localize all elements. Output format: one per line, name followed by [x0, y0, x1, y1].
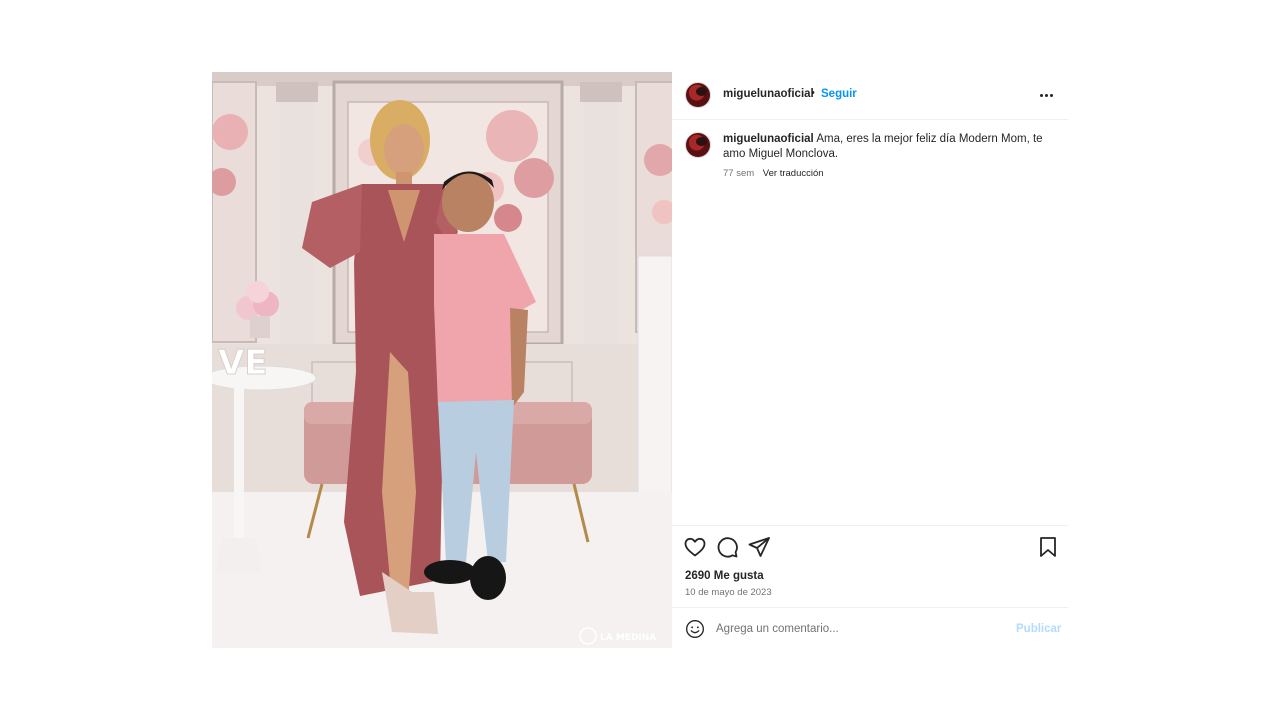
- bookmark-icon[interactable]: [1036, 535, 1060, 559]
- comment-box: Publicar: [672, 607, 1068, 648]
- svg-text:VE: VE: [218, 343, 268, 383]
- caption-username[interactable]: miguelunaoficial: [723, 133, 814, 145]
- instagram-post: VE LA MEDINA miguelunaoficial • Seguir m…: [212, 72, 1068, 648]
- follow-button[interactable]: Seguir: [821, 88, 857, 100]
- avatar[interactable]: [685, 82, 711, 108]
- caption-avatar[interactable]: [685, 132, 711, 158]
- post-date[interactable]: 10 de mayo de 2023: [685, 587, 772, 598]
- post-side-panel: miguelunaoficial • Seguir miguelunaofici…: [672, 72, 1068, 648]
- comment-input[interactable]: [716, 619, 996, 639]
- action-bar: 2690 Me gusta 10 de mayo de 2023: [672, 525, 1068, 607]
- translate-link[interactable]: Ver traducción: [763, 168, 824, 179]
- separator-dot: •: [811, 87, 815, 99]
- more-dot: [1049, 93, 1053, 97]
- likes-count[interactable]: 2690 Me gusta: [685, 570, 764, 582]
- more-dot: [1044, 93, 1048, 97]
- caption-time[interactable]: 77 sem: [723, 168, 754, 179]
- more-options-icon[interactable]: [1036, 85, 1056, 105]
- heart-icon[interactable]: [683, 535, 707, 559]
- post-header: miguelunaoficial • Seguir: [672, 72, 1068, 120]
- comment-icon[interactable]: [715, 535, 739, 559]
- caption-meta: 77 sem Ver traducción: [723, 168, 824, 179]
- post-photo[interactable]: VE LA MEDINA: [212, 72, 672, 648]
- caption-body: miguelunaoficial Ama, eres la mejor feli…: [723, 132, 1043, 162]
- photo-watermark: LA MEDINA: [600, 633, 656, 643]
- emoji-icon[interactable]: [685, 619, 705, 639]
- publish-button[interactable]: Publicar: [1016, 623, 1061, 635]
- photo-illustration: VE LA MEDINA: [212, 72, 672, 648]
- more-dot: [1039, 93, 1043, 97]
- header-username[interactable]: miguelunaoficial: [723, 88, 814, 100]
- share-icon[interactable]: [747, 535, 771, 559]
